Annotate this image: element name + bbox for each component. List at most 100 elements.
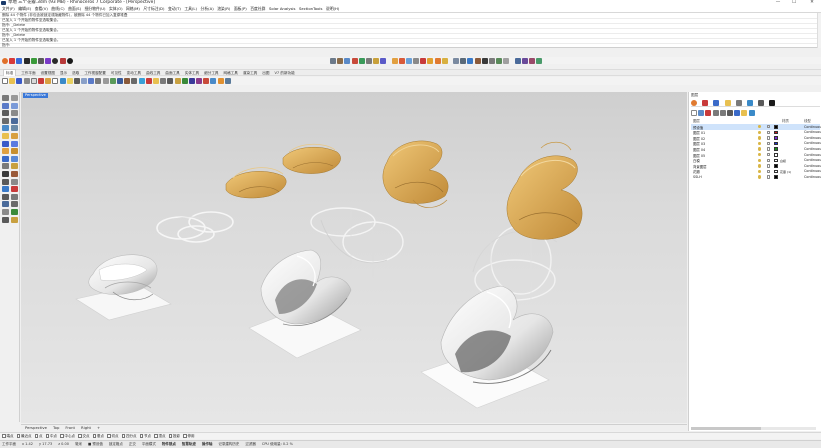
scale-icon[interactable] — [351, 57, 358, 64]
lock-icon[interactable] — [767, 130, 770, 134]
save-icon[interactable] — [23, 57, 30, 64]
help-icon[interactable] — [748, 109, 755, 116]
lightbulb-icon[interactable] — [758, 141, 761, 146]
curve-icon[interactable] — [167, 78, 174, 84]
checkbox[interactable] — [34, 434, 38, 438]
new-file-icon[interactable] — [9, 57, 16, 64]
layer-linetype[interactable]: Continuous — [804, 164, 821, 168]
tool-icon[interactable] — [217, 78, 224, 84]
layer-linetype[interactable]: Continuous — [804, 169, 821, 173]
osnap-option[interactable]: 四分点 — [121, 434, 137, 439]
osnap-option[interactable]: 交点 — [78, 434, 90, 439]
solid-icon[interactable] — [181, 78, 188, 84]
tab-drafting[interactable]: 出图 — [262, 70, 269, 76]
checkbox[interactable] — [168, 434, 172, 438]
sweep-icon[interactable] — [2, 148, 9, 155]
polyline-icon[interactable] — [11, 102, 18, 109]
new-sublayer-icon[interactable] — [698, 109, 705, 116]
lightbulb-icon[interactable] — [758, 158, 761, 162]
explode-icon[interactable] — [474, 57, 481, 64]
zoom-selected-icon[interactable] — [109, 78, 116, 84]
tab-render-tools[interactable]: 渲染工具 — [243, 70, 257, 76]
tab-solid-tools[interactable]: 实体工具 — [185, 70, 199, 76]
properties-tab-icon[interactable] — [691, 99, 697, 106]
checkbox[interactable] — [45, 434, 49, 438]
circle-icon[interactable] — [11, 110, 18, 117]
split-icon[interactable] — [488, 57, 495, 64]
boolean-icon[interactable] — [2, 170, 9, 177]
lock-icon[interactable] — [767, 125, 770, 129]
sphere-icon[interactable] — [11, 155, 18, 162]
osnap-option[interactable]: 最近点 — [16, 434, 32, 439]
lock-icon[interactable] — [767, 152, 770, 157]
settings-icon[interactable] — [37, 57, 44, 64]
new-icon[interactable] — [2, 78, 8, 84]
tab-top[interactable]: Top — [53, 425, 59, 431]
copy-icon[interactable] — [11, 193, 18, 200]
paste-icon[interactable] — [45, 78, 52, 84]
surface-icon[interactable] — [174, 78, 181, 84]
osnap-option[interactable]: 停用 — [183, 434, 195, 439]
move-icon[interactable] — [337, 57, 344, 64]
status-planar[interactable]: 平面模式 — [142, 441, 156, 448]
osnap-option[interactable]: 节点 — [139, 434, 151, 439]
zoom-extents-icon[interactable] — [95, 78, 102, 84]
lock-icon[interactable] — [767, 141, 770, 146]
sun-icon[interactable] — [405, 57, 412, 64]
print-icon[interactable] — [23, 78, 30, 84]
layer-color-swatch[interactable] — [774, 175, 778, 179]
move-icon[interactable] — [2, 193, 9, 200]
rotate-view-icon[interactable] — [81, 78, 88, 84]
circle-icon[interactable] — [52, 57, 59, 64]
status-history[interactable]: 记录建构历史 — [218, 441, 239, 448]
extrude-icon[interactable] — [2, 140, 9, 147]
undo-icon[interactable] — [52, 78, 59, 84]
cone-icon[interactable] — [11, 163, 18, 170]
array-icon[interactable] — [2, 208, 9, 215]
status-layer[interactable]: ■ 预设值 — [88, 441, 103, 448]
checkbox[interactable] — [92, 434, 96, 438]
tab-cplanes[interactable]: 工作平面 — [21, 70, 35, 76]
add-viewport-button[interactable]: + — [97, 425, 100, 431]
block-icon[interactable] — [503, 57, 510, 64]
texture-tab-icon[interactable] — [746, 99, 753, 106]
status-gumball[interactable]: 操作轴 — [202, 441, 213, 448]
cylinder-icon[interactable] — [2, 163, 9, 170]
search-icon[interactable] — [734, 109, 741, 116]
lightbulb-icon[interactable] — [427, 57, 434, 64]
copy-icon[interactable] — [30, 78, 37, 84]
new-layer-icon[interactable] — [691, 109, 697, 116]
checkmark-icon[interactable] — [11, 208, 18, 215]
delete-icon[interactable] — [203, 78, 210, 84]
help-tab-icon[interactable] — [769, 99, 776, 106]
osnap-option[interactable]: 垂点 — [92, 434, 104, 439]
paint-icon[interactable] — [441, 57, 448, 64]
properties-icon[interactable] — [460, 57, 467, 64]
color-icon[interactable] — [434, 57, 441, 64]
delete-layer-icon[interactable] — [705, 109, 712, 116]
layer-row[interactable]: SSLH Continuous — [691, 174, 821, 180]
white-model-front[interactable] — [420, 285, 554, 409]
layer-material[interactable]: 花瓣 (1) — [780, 170, 791, 174]
script-icon[interactable] — [66, 57, 73, 64]
arc-icon[interactable] — [2, 117, 9, 124]
rotate-icon[interactable] — [344, 57, 351, 64]
pan-icon[interactable] — [73, 78, 80, 84]
display-tab-icon[interactable] — [758, 99, 765, 106]
light-tab-icon[interactable] — [724, 99, 731, 106]
lightbulb-icon[interactable] — [758, 147, 761, 151]
grid-icon[interactable] — [330, 57, 336, 64]
trim-icon[interactable] — [481, 57, 488, 64]
checkbox[interactable] — [107, 434, 111, 438]
camera-icon[interactable] — [413, 57, 420, 64]
wireframe-icon[interactable] — [131, 78, 138, 84]
tab-select[interactable]: 选取 — [72, 70, 79, 76]
lightbulb-icon[interactable] — [741, 109, 748, 116]
subd-icon[interactable] — [11, 178, 18, 185]
open-icon[interactable] — [9, 78, 16, 84]
wire-rings-small[interactable] — [156, 211, 234, 243]
record-icon[interactable] — [59, 57, 66, 64]
render-icon[interactable] — [380, 57, 387, 64]
checkbox[interactable] — [154, 434, 158, 438]
viewport-layout-icon[interactable] — [117, 78, 123, 84]
